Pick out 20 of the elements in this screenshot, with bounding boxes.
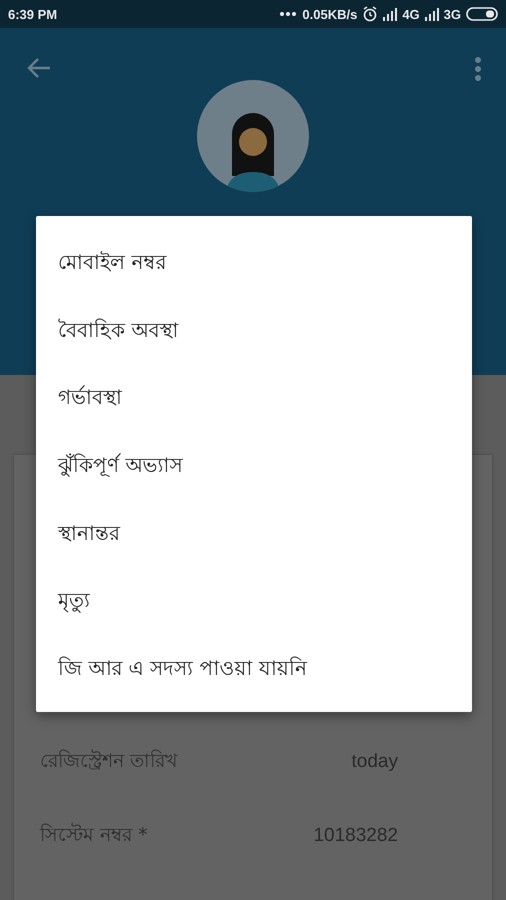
field-value: today (352, 751, 398, 773)
more-options-icon[interactable] (474, 56, 482, 82)
network-type: 4G (402, 6, 420, 22)
network-type: 3G (444, 6, 461, 22)
clock-time: 6:39 PM (8, 6, 58, 22)
back-arrow-icon[interactable] (26, 56, 52, 80)
menu-item[interactable]: মৃত্যু (36, 568, 472, 636)
battery-icon (466, 7, 498, 21)
alarm-icon (362, 6, 378, 22)
menu-item[interactable]: বৈবাহিক অবস্থা (36, 298, 472, 366)
more-dots-icon (279, 11, 298, 17)
menu-item[interactable]: জি আর এ সদস্য পাওয়া যায়নি (36, 636, 472, 704)
menu-item[interactable]: ঝুঁকিপূর্ণ অভ্যাস (36, 432, 472, 500)
field-value: 10183282 (313, 825, 398, 847)
signal-icon (424, 8, 439, 20)
menu-item[interactable]: মোবাইল নম্বর (36, 230, 472, 298)
network-speed: 0.05KB/s (302, 6, 358, 22)
menu-item[interactable]: স্থানান্তর (36, 500, 472, 568)
menu-item[interactable]: গর্ভাবস্থা (36, 365, 472, 433)
signal-icon (383, 8, 398, 20)
